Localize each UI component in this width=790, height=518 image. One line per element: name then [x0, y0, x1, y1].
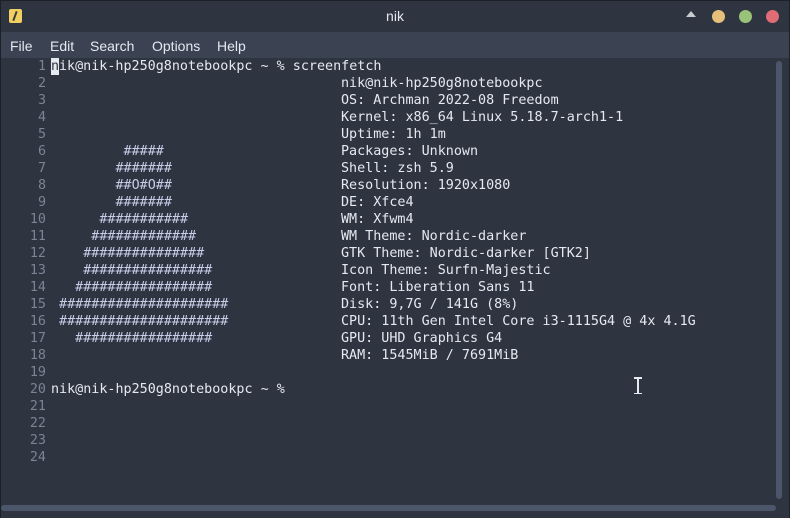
line-number: 20 [29, 382, 46, 397]
system-info-line: WM: Xfwm4 [341, 212, 414, 227]
line-number: 16 [29, 314, 46, 329]
system-info-line: Icon Theme: Surfn-Majestic [341, 263, 551, 278]
distro-logo-ascii: ##O#O## [51, 178, 172, 193]
line-number: 2 [37, 76, 46, 91]
distro-logo-ascii: ########### [51, 212, 189, 227]
distro-logo-ascii: ##################### [51, 297, 229, 312]
line-number: 22 [29, 416, 46, 431]
menu-edit[interactable]: Edit [50, 38, 74, 54]
line-number: 19 [29, 365, 46, 380]
cursor-char: n [51, 59, 60, 74]
line-number: 11 [29, 229, 46, 244]
system-info-line: DE: Xfce4 [341, 195, 414, 210]
line-number: 6 [37, 144, 46, 159]
distro-logo-ascii: ################ [51, 263, 213, 278]
terminal-window: nik File Edit Search Options Help 1 n ik@n… [0, 0, 790, 518]
line-number: 10 [29, 212, 46, 227]
line-number: 8 [37, 178, 46, 193]
distro-logo-ascii: ############### [51, 246, 205, 261]
window-title: nik [386, 8, 404, 24]
distro-logo-ascii: ############# [51, 229, 197, 244]
text-cursor: n [51, 58, 59, 75]
line-number: 17 [29, 331, 46, 346]
close-button[interactable] [766, 10, 779, 23]
distro-logo-ascii: ##################### [51, 314, 229, 329]
maximize-button[interactable] [739, 10, 752, 23]
line-number: 7 [37, 161, 46, 176]
menu-options[interactable]: Options [152, 38, 200, 54]
system-info-line: GPU: UHD Graphics G4 [341, 331, 503, 346]
distro-logo-ascii: ####### [51, 161, 172, 176]
system-info-line: Resolution: 1920x1080 [341, 178, 511, 193]
shade-window-button[interactable] [686, 11, 696, 17]
line-number: 12 [29, 246, 46, 261]
line-number: 1 [37, 59, 46, 74]
system-info-line: GTK Theme: Nordic-darker [GTK2] [341, 246, 591, 261]
shell-prompt: nik@nik-hp250g8notebookpc ~ % [51, 382, 285, 397]
line-number: 14 [29, 280, 46, 295]
distro-logo-ascii: ################# [51, 280, 213, 295]
minimize-button[interactable] [712, 10, 725, 23]
line-number: 13 [29, 263, 46, 278]
line-number: 4 [37, 110, 46, 125]
system-info-line: RAM: 1545MiB / 7691MiB [341, 348, 519, 363]
line-number: 3 [37, 93, 46, 108]
line-number: 23 [29, 433, 46, 448]
title-bar[interactable]: nik [1, 1, 789, 32]
distro-logo-ascii: ################# [51, 331, 213, 346]
system-info-line: CPU: 11th Gen Intel Core i3-1115G4 @ 4x … [341, 314, 696, 329]
menu-search[interactable]: Search [90, 38, 134, 54]
line-number: 24 [29, 450, 46, 465]
horizontal-scrollbar-thumb[interactable] [1, 505, 776, 511]
system-info-line: nik@nik-hp250g8notebookpc [341, 76, 543, 91]
line-number: 9 [37, 195, 46, 210]
menu-help[interactable]: Help [217, 38, 246, 54]
system-info-line: Font: Liberation Sans 11 [341, 280, 535, 295]
mouse-ibeam-cursor-icon [634, 377, 642, 394]
system-info-line: Shell: zsh 5.9 [341, 161, 454, 176]
line-number: 5 [37, 127, 46, 142]
vertical-scrollbar-thumb[interactable] [776, 61, 782, 499]
menu-file[interactable]: File [10, 38, 33, 54]
line-number: 21 [29, 399, 46, 414]
menu-bar: File Edit Search Options Help [1, 32, 789, 58]
system-info-line: Disk: 9,7G / 141G (8%) [341, 297, 519, 312]
system-info-line: WM Theme: Nordic-darker [341, 229, 527, 244]
terminal-output[interactable]: 1 n ik@nik-hp250g8notebookpc ~ % screenfet… [1, 58, 789, 518]
system-info-line: Uptime: 1h 1m [341, 127, 446, 142]
line-number: 18 [29, 348, 46, 363]
system-info-line: Packages: Unknown [341, 144, 479, 159]
line-number: 15 [29, 297, 46, 312]
prompt-command: ik@nik-hp250g8notebookpc ~ % screenfetch [59, 59, 382, 74]
system-info-line: Kernel: x86_64 Linux 5.18.7-arch1-1 [341, 110, 624, 125]
system-info-line: OS: Archman 2022-08 Freedom [341, 93, 559, 108]
distro-logo-ascii: ##### [51, 144, 164, 159]
distro-logo-ascii: ####### [51, 195, 172, 210]
